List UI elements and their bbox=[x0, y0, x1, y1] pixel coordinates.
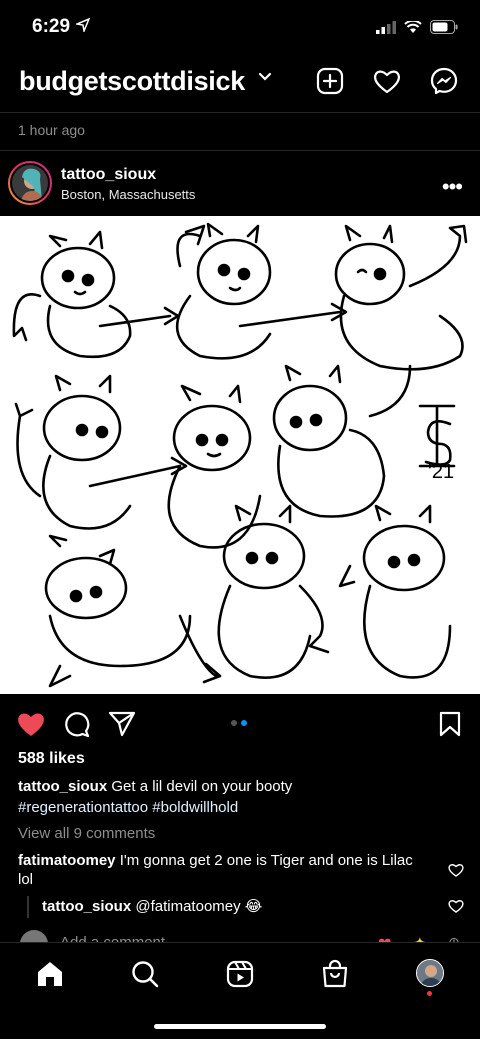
status-time: 6:29 bbox=[32, 16, 71, 37]
header-divider bbox=[0, 112, 480, 113]
year-mark: '21 bbox=[428, 461, 454, 483]
caption-username[interactable]: tattoo_sioux bbox=[18, 778, 107, 795]
battery-icon bbox=[430, 20, 458, 34]
devil-figure bbox=[338, 504, 452, 679]
avatar-illustration bbox=[12, 165, 48, 201]
avatar-image bbox=[10, 163, 50, 203]
search-icon[interactable] bbox=[130, 959, 160, 989]
location-arrow-icon bbox=[76, 18, 90, 32]
home-icon[interactable] bbox=[35, 959, 65, 989]
add-emoji-icon[interactable]: ⊕ bbox=[448, 934, 460, 942]
signature-mark bbox=[418, 404, 456, 468]
account-username[interactable]: budgetscottdisick bbox=[19, 66, 245, 97]
top-header: budgetscottdisick bbox=[0, 56, 480, 108]
status-bar: 6:29 bbox=[0, 0, 480, 56]
caption-text: Get a lil devil on your booty bbox=[111, 778, 293, 795]
comment-like-icon[interactable] bbox=[448, 863, 464, 877]
post-time-ago: 1 hour ago bbox=[18, 122, 85, 138]
comment-like-icon[interactable] bbox=[448, 899, 464, 913]
chevron-down-icon[interactable] bbox=[258, 72, 272, 82]
notification-dot bbox=[427, 991, 432, 996]
post-actions bbox=[0, 704, 480, 744]
home-indicator bbox=[154, 1024, 326, 1029]
devil-figure bbox=[44, 534, 222, 688]
post-image[interactable]: '21 bbox=[0, 216, 480, 694]
post-divider bbox=[0, 150, 480, 151]
like-count[interactable]: 588 likes bbox=[18, 750, 85, 768]
post-caption: tattoo_sioux Get a lil devil on your boo… bbox=[18, 776, 458, 818]
profile-photo bbox=[417, 960, 443, 986]
devil-figure bbox=[12, 230, 180, 359]
comment-username[interactable]: tattoo_sioux bbox=[42, 898, 131, 915]
devil-figure bbox=[272, 364, 412, 518]
post-location[interactable]: Boston, Massachusetts bbox=[61, 187, 195, 202]
comment-icon[interactable] bbox=[62, 710, 90, 738]
share-icon[interactable] bbox=[108, 710, 136, 738]
devil-figure bbox=[217, 504, 330, 679]
devil-flash-drawing: '21 bbox=[12, 222, 468, 688]
status-indicators bbox=[376, 20, 458, 34]
hashtag-link[interactable]: #boldwillhold bbox=[152, 799, 238, 816]
heart-icon[interactable] bbox=[372, 66, 402, 96]
carousel-dot-active bbox=[241, 720, 247, 726]
hashtag-link[interactable]: #regenerationtattoo bbox=[18, 799, 148, 816]
carousel-indicator bbox=[231, 720, 247, 726]
bookmark-icon[interactable] bbox=[438, 710, 462, 738]
reply-thread-line bbox=[27, 896, 29, 918]
more-options-icon[interactable]: ••• bbox=[442, 174, 463, 200]
add-comment-input[interactable]: Add a comment... bbox=[60, 934, 178, 942]
view-all-comments-link[interactable]: View all 9 comments bbox=[18, 825, 155, 842]
current-user-avatar bbox=[20, 930, 48, 942]
reels-icon[interactable] bbox=[225, 959, 255, 989]
new-post-icon[interactable] bbox=[315, 66, 345, 96]
cell-signal-icon bbox=[376, 20, 396, 34]
add-comment-row: Add a comment... ❤ ✦ ⊕ bbox=[0, 928, 480, 942]
devil-figure bbox=[175, 222, 348, 360]
profile-avatar[interactable] bbox=[416, 959, 444, 987]
comment-username[interactable]: fatimatoomey bbox=[18, 852, 116, 869]
devil-figure bbox=[334, 224, 468, 371]
shop-icon[interactable] bbox=[320, 959, 350, 989]
post-header: tattoo_sioux Boston, Massachusetts ••• bbox=[0, 160, 480, 210]
clap-emoji-icon[interactable]: ✦ bbox=[414, 934, 426, 942]
post-author-username[interactable]: tattoo_sioux bbox=[61, 166, 156, 184]
messenger-icon[interactable] bbox=[429, 66, 459, 96]
liked-heart-icon[interactable] bbox=[16, 710, 46, 738]
heart-emoji-icon[interactable]: ❤ bbox=[378, 934, 391, 942]
carousel-dot-inactive bbox=[231, 720, 237, 726]
comment-reply: tattoo_sioux @fatimatoomey 😂 bbox=[42, 897, 262, 915]
devil-figure bbox=[14, 374, 188, 530]
wifi-icon bbox=[404, 20, 422, 33]
comment-text: @fatimatoomey 😂 bbox=[135, 898, 263, 915]
post-author-avatar[interactable] bbox=[8, 161, 52, 205]
bottom-tab-bar bbox=[0, 942, 480, 1039]
comment: fatimatoomey I'm gonna get 2 one is Tige… bbox=[18, 851, 428, 889]
